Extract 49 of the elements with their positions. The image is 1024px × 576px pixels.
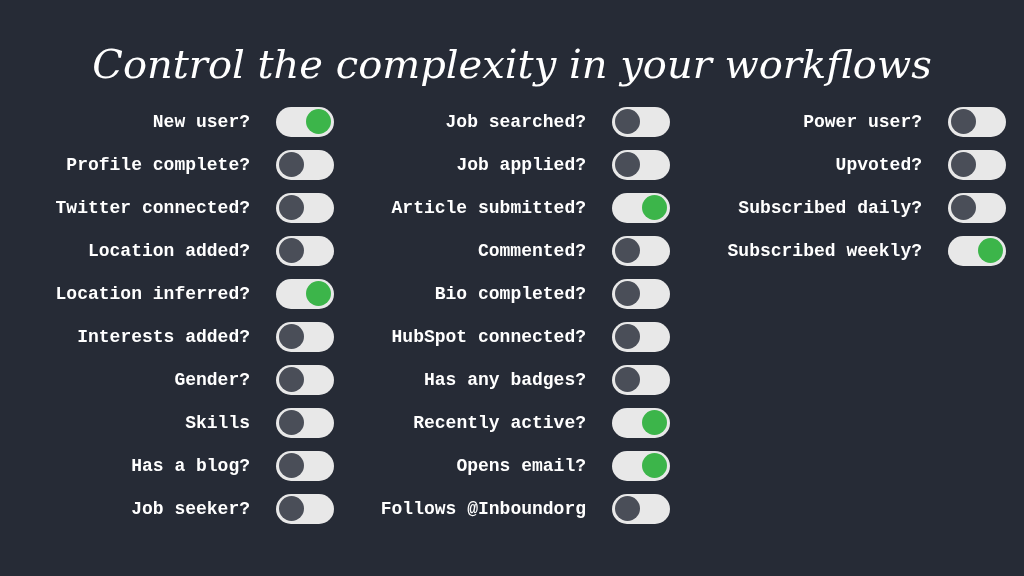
toggle-label: Power user? xyxy=(803,111,922,132)
toggle-switch[interactable] xyxy=(276,364,334,395)
toggle-label: Commented? xyxy=(477,240,586,261)
toggle-label: Gender? xyxy=(174,369,250,390)
toggle-switch[interactable] xyxy=(948,192,1006,223)
slide-title: Control the complexity in your workflows xyxy=(91,40,933,88)
toggle-switch[interactable] xyxy=(948,235,1006,266)
toggle-switch[interactable] xyxy=(276,407,334,438)
toggle-switch[interactable] xyxy=(276,278,334,309)
toggle-label: Opens email? xyxy=(456,455,586,476)
toggle-switch[interactable] xyxy=(612,192,670,223)
toggle-switch[interactable] xyxy=(612,321,670,352)
toggle-label: Location added? xyxy=(87,240,250,261)
toggle-label: Twitter connected? xyxy=(55,197,250,218)
toggle-switch[interactable] xyxy=(612,450,670,481)
toggle-switch[interactable] xyxy=(276,450,334,481)
toggle-label: Recently active? xyxy=(413,412,586,433)
toggle-label: Skills xyxy=(185,412,250,433)
toggle-switch[interactable] xyxy=(612,278,670,309)
toggle-label: Subscribed weekly? xyxy=(727,240,922,261)
toggle-switch[interactable] xyxy=(276,321,334,352)
toggle-switch[interactable] xyxy=(948,149,1006,180)
toggle-label: Upvoted? xyxy=(835,154,922,175)
toggle-label: Job searched? xyxy=(445,111,586,132)
toggle-label: Job seeker? xyxy=(131,498,250,519)
toggle-label: Interests added? xyxy=(77,326,250,347)
toggle-switch[interactable] xyxy=(612,493,670,524)
toggle-switch[interactable] xyxy=(612,364,670,395)
toggle-label: Subscribed daily? xyxy=(738,197,922,218)
toggle-switch[interactable] xyxy=(276,235,334,266)
toggle-switch[interactable] xyxy=(276,192,334,223)
toggle-label: HubSpot connected? xyxy=(391,326,586,347)
toggle-switch[interactable] xyxy=(948,106,1006,137)
toggle-label: Has any badges? xyxy=(423,369,586,390)
toggle-switch[interactable] xyxy=(612,235,670,266)
toggle-switch[interactable] xyxy=(276,149,334,180)
toggle-switch[interactable] xyxy=(276,493,334,524)
toggle-label: Location inferred? xyxy=(55,283,250,304)
toggle-label: Profile complete? xyxy=(66,154,250,175)
toggle-label: Job applied? xyxy=(456,154,586,175)
toggle-label: Has a blog? xyxy=(131,455,250,476)
toggle-switch[interactable] xyxy=(612,407,670,438)
toggle-switch[interactable] xyxy=(612,106,670,137)
toggle-label: New user? xyxy=(152,111,250,132)
toggle-switch[interactable] xyxy=(276,106,334,137)
toggle-label: Bio completed? xyxy=(434,283,586,304)
toggle-switch[interactable] xyxy=(612,149,670,180)
toggle-label: Article submitted? xyxy=(391,197,586,218)
toggle-label: Follows @Inboundorg xyxy=(380,498,586,519)
